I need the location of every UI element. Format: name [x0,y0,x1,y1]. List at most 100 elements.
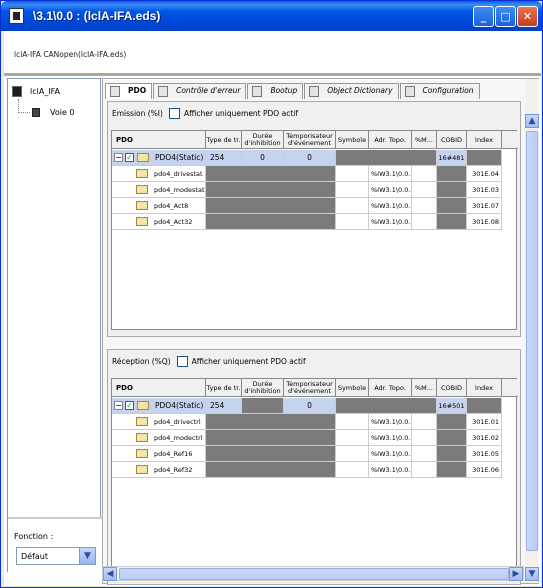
col-type: Type de tr. [206,379,242,397]
table-row[interactable]: pdo4_Ref32 %IW3.1\0.0.0 301E.06 [112,462,518,478]
scroll-thumb[interactable] [119,568,509,580]
row-m [412,462,437,478]
reception-table: PDO Type de tr. Durée d'inhibition Tempo… [111,378,518,578]
expander-icon[interactable]: − [114,152,123,162]
folder-icon [136,432,148,442]
pdo-type[interactable]: 254 [206,150,242,166]
pdo-inhibit-blank [242,398,284,414]
table-row[interactable]: pdo4_modestat %IW3.1\0.0.4 301E.03 [112,182,518,198]
emission-header: Emission (%I) Afficher uniquement PDO ac… [112,108,298,119]
expander-icon[interactable]: − [114,400,123,410]
pdo-cobid: 16#481 [437,150,467,166]
table-row[interactable]: pdo4_Act32 %IW3.1\0.0.2 301E.08 [112,214,518,230]
row-topo: %IW3.1\0.0.6 [369,198,412,214]
col-index: Index [467,379,502,397]
row-symbole[interactable] [336,446,369,462]
row-name: pdo4_drivestat [112,166,206,182]
row-symbole[interactable] [336,198,369,214]
pdo-enable-checkbox[interactable]: ✓ [125,152,134,162]
emission-table: PDO Type de tr. Durée d'inhibition Tempo… [111,130,518,330]
table-row[interactable]: pdo4_modectrl %IW3.1\0.0.8 301E.02 [112,430,518,446]
scroll-left-icon[interactable]: ◀ [103,567,117,581]
row-cobid [437,182,467,198]
maximize-button[interactable]: □ [495,6,516,27]
tab-controle-erreur[interactable]: Contrôle d'erreur [153,83,247,99]
pdo-group-row[interactable]: − ✓ PDO4(Static) 254 0 0 16#481 [112,150,518,166]
minimize-button[interactable]: _ [473,6,494,27]
vertical-scrollbar[interactable]: ▲ ▼ [525,79,539,583]
fonction-select[interactable]: Défaut ▼ [16,547,96,565]
row-index: 301E.07 [467,198,502,214]
pdo-index-blank [467,150,502,166]
table-row[interactable]: pdo4_Act8 %IW3.1\0.0.6 301E.07 [112,198,518,214]
reception-checkbox-label: Afficher uniquement PDO actif [191,357,306,366]
row-symbole[interactable] [336,214,369,230]
row-dark [206,214,336,230]
row-index: 301E.08 [467,214,502,230]
tree-child-label: Voie 0 [50,107,75,117]
row-dark [206,166,336,182]
pdo-inhibit[interactable]: 0 [242,150,284,166]
row-m [412,182,437,198]
table-row[interactable]: pdo4_Ref16 %IW3.1\0.0.9 301E.05 [112,446,518,462]
horizontal-scrollbar[interactable]: ◀ ▶ [102,566,524,581]
table-row[interactable]: pdo4_drivectrl %IW3.1\0.0.7 301E.01 [112,414,518,430]
pdo-timer[interactable]: 0 [284,150,336,166]
tab-pdo[interactable]: PDO [105,83,153,99]
row-cobid [437,414,467,430]
tree-node-voie-0[interactable]: Voie 0 [32,106,75,118]
tree-connector [18,99,19,113]
row-dark [206,430,336,446]
tree-node-root[interactable]: lclA_IFA [12,84,60,98]
tab-bootup[interactable]: Bootup [247,83,304,99]
row-symbole[interactable] [336,462,369,478]
col-pdo: PDO [112,379,206,397]
pdo-enable-checkbox[interactable]: ✓ [125,400,134,410]
tab-object-dictionary[interactable]: Object Dictionary [304,83,399,99]
row-topo: %IW3.1\0.0.4 [369,182,412,198]
row-symbole[interactable] [336,414,369,430]
col-cobid: COBID [437,379,467,397]
dropdown-arrow-icon[interactable]: ▼ [79,548,95,564]
pdo-group-cell: − ✓ PDO4(Static) [112,398,206,414]
row-name: pdo4_Act8 [112,198,206,214]
reception-section: Réception (%Q) Afficher uniquement PDO a… [107,349,521,585]
emission-active-only-checkbox[interactable] [168,108,180,119]
col-topo: Adr. Topo. [369,131,412,149]
tree-connector [18,112,30,113]
scroll-right-icon[interactable]: ▶ [509,567,523,581]
row-index: 301E.06 [467,462,502,478]
col-pdo: PDO [112,131,206,149]
reception-active-only-checkbox[interactable] [176,356,188,367]
row-name: pdo4_Ref16 [112,446,206,462]
pdo-type[interactable]: 254 [206,398,242,414]
pdo-timer[interactable]: 0 [284,398,336,414]
tab-icon [110,86,120,97]
row-topo: %IW3.1\0.0.5 [369,166,412,182]
col-inhibit: Durée d'inhibition [242,131,284,149]
pdo-blank [336,150,437,166]
row-symbole[interactable] [336,430,369,446]
scroll-thumb[interactable] [526,131,538,551]
file-label: lclA-IFA CANopen(lclA-IFA.eds) [14,50,127,59]
collapse-icon[interactable]: ▲ [525,114,539,128]
table-row[interactable]: pdo4_drivestat %IW3.1\0.0.5 301E.04 [112,166,518,182]
row-symbole[interactable] [336,166,369,182]
tab-icon [404,86,415,97]
close-button[interactable]: ✕ [517,6,538,27]
pdo-index-blank [467,398,502,414]
scroll-down-icon[interactable]: ▼ [525,567,539,581]
row-symbole[interactable] [336,182,369,198]
row-topo: %IW3.1\0.0.7 [369,414,412,430]
row-name: pdo4_Act32 [112,214,206,230]
row-name: pdo4_drivectrl [112,414,206,430]
row-index: 301E.02 [467,430,502,446]
table-header: PDO Type de tr. Durée d'inhibition Tempo… [112,131,518,149]
row-cobid [437,430,467,446]
tab-configuration[interactable]: Configuration [399,83,480,99]
window: \3.1\0.0 : (lclA-IFA.eds) _ □ ✕ lclA-IFA… [0,0,543,588]
tab-icon [158,86,169,97]
row-m [412,430,437,446]
col-m: %M... [412,131,437,149]
pdo-group-row[interactable]: − ✓ PDO4(Static) 254 0 16#501 [112,398,518,414]
